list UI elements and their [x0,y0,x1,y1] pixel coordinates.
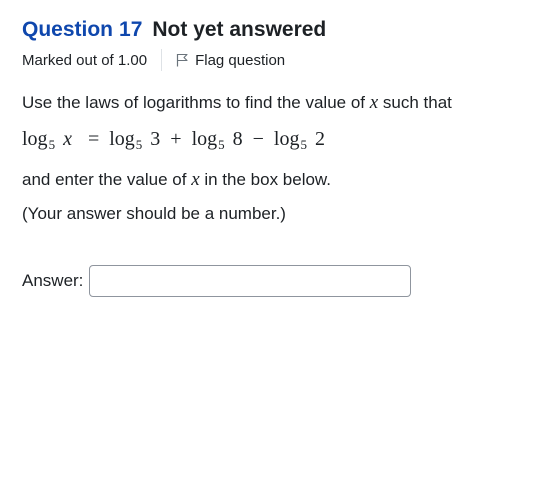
answer-note: (Your answer should be a number.) [22,204,286,223]
answer-input[interactable] [89,265,412,297]
question-label: Question [22,18,114,41]
minus-sign: − [252,128,264,150]
intro-tail: such that [378,93,452,112]
enter-paragraph: and enter the value of x in the box belo… [22,169,452,197]
equals-sign: = [87,128,100,150]
log-base: 5 [300,137,307,152]
equation-variable: x [63,128,72,150]
intro-paragraph: Use the laws of logarithms to find the v… [22,92,452,120]
plus-sign: + [170,128,182,150]
log-base: 5 [218,137,225,152]
term3-value: 2 [314,128,325,150]
intro-variable: x [369,92,379,113]
log-text: log [109,128,135,150]
intro-text: Use the laws of logarithms to find the v… [22,93,370,112]
answer-label: Answer: [22,271,84,290]
flag-question-label: Flag question [195,51,286,69]
flag-icon [175,53,189,67]
question-state: Not yet answered [152,18,327,41]
question-header: Question 17 Not yet answered [22,18,326,42]
question-info: Marked out of 1.00 Flag question [22,48,285,72]
log-base: 5 [135,137,143,152]
log-text: log [191,128,218,150]
enter-tail: in the box below. [199,170,331,189]
log-lhs: log5 [22,128,55,153]
flag-question-link[interactable]: Flag question [175,52,285,69]
enter-text: and enter the value of [22,170,192,189]
log-equation: log5 x = log5 3 + log5 8 − log5 2 [22,128,452,158]
log-term1: log5 [109,128,142,153]
term1-value: 3 [150,128,161,150]
meta-divider [161,49,163,71]
log-term3: log5 [274,128,307,153]
log-text: log [22,128,48,150]
log-base: 5 [48,137,56,152]
term2-value: 8 [232,128,243,150]
question-number: Question 17 [22,18,142,42]
question-text: Use the laws of logarithms to find the v… [22,92,452,232]
answer-row: Answer: [22,265,412,297]
log-term2: log5 [192,128,225,153]
grade-text: Marked out of 1.00 [22,51,148,69]
log-text: log [273,128,300,150]
enter-variable: x [191,169,200,190]
question-number-value: 17 [119,18,143,41]
